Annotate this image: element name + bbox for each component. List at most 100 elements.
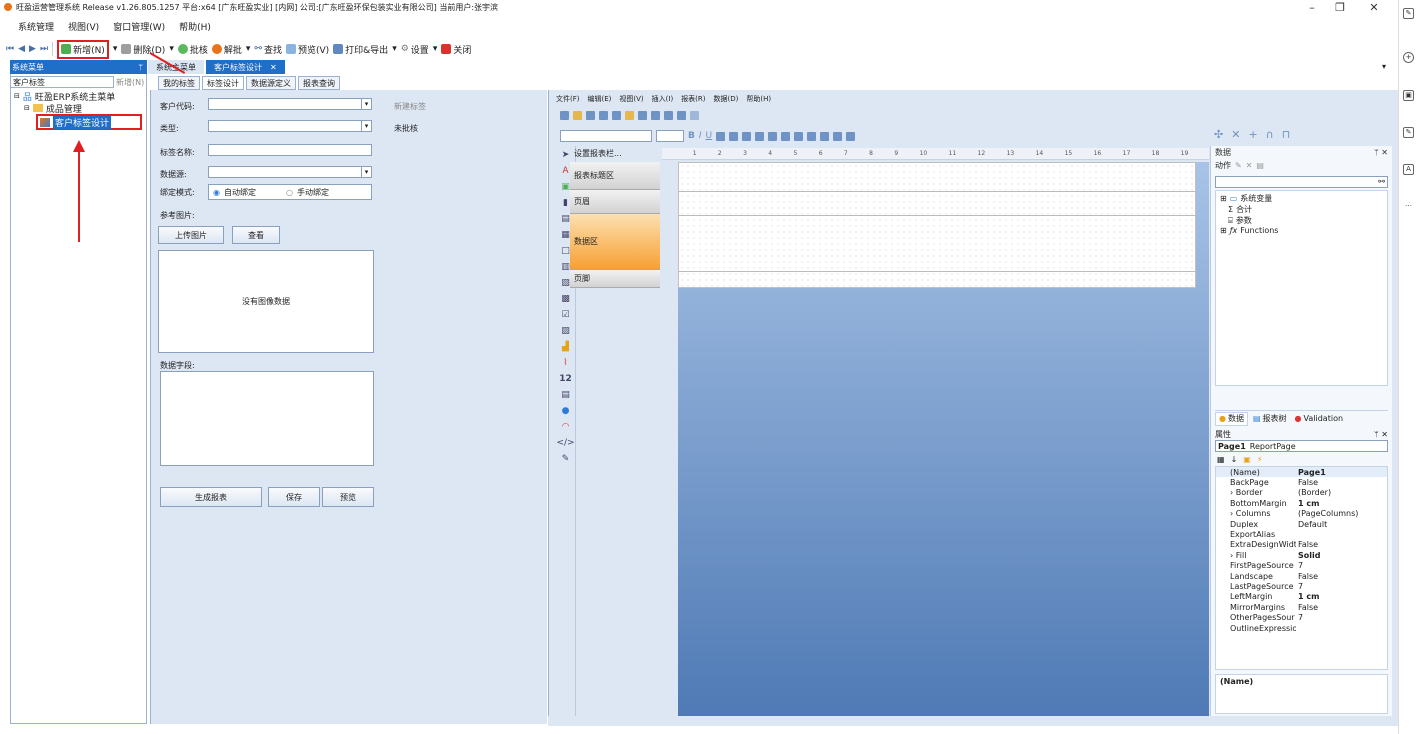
tree-item-params[interactable]: ⌸ 参数 bbox=[1220, 215, 1383, 226]
property-row[interactable]: BackPage False bbox=[1216, 477, 1387, 487]
delete-dropdown-icon[interactable]: ▾ bbox=[169, 44, 174, 54]
tree-leaf-customer-tag[interactable]: 客户标签设计 bbox=[36, 114, 142, 130]
pointer-icon[interactable]: ➤ bbox=[562, 150, 570, 160]
property-value[interactable]: False bbox=[1296, 572, 1387, 581]
close-window-icon[interactable]: ✕ bbox=[1362, 1, 1386, 14]
type-select[interactable]: ▾ bbox=[208, 120, 372, 132]
menu-help[interactable]: 帮助(H) bbox=[179, 20, 211, 33]
property-row[interactable]: › Fill Solid bbox=[1216, 550, 1387, 560]
collapse-icon[interactable]: ⊟ bbox=[14, 92, 20, 100]
property-row[interactable]: › Columns (PageColumns) bbox=[1216, 509, 1387, 519]
align-right-icon[interactable] bbox=[742, 131, 752, 141]
map-object-icon[interactable]: ● bbox=[562, 406, 570, 416]
menu-window[interactable]: 窗口管理(W) bbox=[113, 20, 165, 33]
screenshot-icon[interactable]: ▣ bbox=[1403, 90, 1414, 101]
designer-menu-edit[interactable]: 编辑(E) bbox=[588, 94, 612, 104]
paste-icon[interactable] bbox=[625, 110, 634, 120]
print-dropdown-icon[interactable]: ▾ bbox=[392, 44, 397, 54]
pin-icon[interactable]: ᛘ bbox=[138, 63, 143, 72]
property-row[interactable]: LastPageSource 7 bbox=[1216, 581, 1387, 591]
expand-icon[interactable]: ⊞ bbox=[1220, 226, 1227, 235]
property-row[interactable]: OutlineExpressio bbox=[1216, 623, 1387, 633]
report-page[interactable] bbox=[678, 162, 1196, 288]
property-value[interactable]: 7 bbox=[1296, 561, 1387, 570]
property-row[interactable]: BottomMargin 1 cm bbox=[1216, 498, 1387, 508]
band-page-footer[interactable]: 页脚 bbox=[570, 270, 660, 288]
first-record-icon[interactable]: ⏮ bbox=[6, 44, 14, 54]
settings-button[interactable]: ⚙ 设置 bbox=[401, 43, 429, 56]
property-row[interactable]: OtherPagesSour 7 bbox=[1216, 612, 1387, 622]
auto-bind-label[interactable]: 自动绑定 bbox=[224, 187, 256, 198]
designer-menu-help[interactable]: 帮助(H) bbox=[746, 94, 771, 104]
tab-validation[interactable]: ● Validation bbox=[1292, 412, 1347, 426]
property-row[interactable]: ExtraDesignWidt False bbox=[1216, 540, 1387, 550]
collapse-icon[interactable]: ⊟ bbox=[24, 104, 30, 112]
property-row[interactable]: Duplex Default bbox=[1216, 519, 1387, 529]
tree-item-functions[interactable]: ⊞ ƒx Functions bbox=[1220, 226, 1383, 235]
pin-close-icon[interactable]: ᛘ ✕ bbox=[1374, 148, 1388, 157]
open-folder-icon[interactable] bbox=[573, 110, 582, 120]
close-button[interactable]: 关闭 bbox=[441, 43, 471, 56]
unapprove-button[interactable]: 解批 bbox=[211, 43, 242, 56]
chevron-down-icon[interactable]: ▾ bbox=[361, 167, 371, 177]
tab-report-tree[interactable]: ▤ 报表树 bbox=[1250, 412, 1290, 426]
menu-system[interactable]: 系统管理 bbox=[18, 20, 54, 33]
redo-icon[interactable] bbox=[677, 110, 686, 120]
preview-button[interactable]: 预览 bbox=[322, 487, 374, 507]
richtext-icon[interactable]: ▩ bbox=[561, 294, 570, 304]
align-left-icon[interactable] bbox=[716, 131, 726, 141]
property-row[interactable]: › Border (Border) bbox=[1216, 488, 1387, 498]
property-row[interactable]: LeftMargin 1 cm bbox=[1216, 592, 1387, 602]
properties-icon[interactable]: ▣ bbox=[1243, 455, 1251, 464]
subreport-icon[interactable]: ▦ bbox=[561, 230, 570, 240]
matrix-icon[interactable]: ▧ bbox=[561, 278, 570, 288]
approve-button[interactable]: 批核 bbox=[177, 43, 208, 56]
chevron-down-icon[interactable]: ▾ bbox=[361, 121, 371, 131]
delete-button[interactable]: 删除(D) bbox=[121, 43, 165, 56]
property-value[interactable]: 7 bbox=[1296, 613, 1387, 622]
property-value[interactable]: False bbox=[1296, 478, 1387, 487]
tabs-overflow-icon[interactable]: ▾ bbox=[1382, 62, 1386, 71]
tab-customer-tag-design[interactable]: 客户标签设计 ✕ bbox=[206, 60, 285, 74]
property-value[interactable]: 1 cm bbox=[1296, 499, 1387, 508]
text-object-icon[interactable]: A bbox=[562, 166, 568, 176]
add-dropdown-icon[interactable]: ▾ bbox=[113, 44, 118, 54]
property-row[interactable]: FirstPageSource 7 bbox=[1216, 561, 1387, 571]
save-button[interactable]: 保存 bbox=[268, 487, 320, 507]
nav-new-button[interactable]: 新增(N) bbox=[116, 77, 144, 88]
magnet-icon[interactable]: ∩ bbox=[1266, 128, 1274, 141]
align-center-icon[interactable] bbox=[729, 131, 739, 141]
property-value[interactable]: (Border) bbox=[1296, 488, 1387, 497]
tag-name-input[interactable] bbox=[208, 144, 372, 156]
undo-icon[interactable] bbox=[664, 110, 673, 120]
tab-data[interactable]: ● 数据 bbox=[1215, 411, 1248, 426]
close-tab-icon[interactable]: ✕ bbox=[270, 63, 277, 72]
property-value[interactable]: 1 cm bbox=[1296, 592, 1387, 601]
nav-search-input[interactable]: 客户标签 bbox=[10, 76, 114, 88]
tab-report-query[interactable]: 报表查询 bbox=[298, 76, 340, 90]
customer-code-select[interactable]: ▾ bbox=[208, 98, 372, 110]
grid-icon[interactable] bbox=[690, 110, 699, 120]
band-object-icon[interactable]: ▤ bbox=[561, 214, 570, 224]
fields-textarea[interactable] bbox=[160, 371, 374, 466]
justify-icon[interactable] bbox=[755, 131, 765, 141]
edit-icon[interactable]: ✎ bbox=[1235, 161, 1242, 170]
designer-menu-report[interactable]: 报表(R) bbox=[681, 94, 705, 104]
band-data[interactable]: 数据区 bbox=[570, 214, 660, 270]
property-row[interactable]: MirrorMargins False bbox=[1216, 602, 1387, 612]
copilot-icon[interactable]: ✎ bbox=[1403, 8, 1414, 19]
object-selector[interactable]: Page1 ReportPage bbox=[1215, 440, 1388, 452]
datasource-select[interactable]: ▾ bbox=[208, 166, 372, 178]
property-row[interactable]: ExportAlias bbox=[1216, 529, 1387, 539]
font-name-select[interactable] bbox=[560, 130, 652, 142]
barcode-icon[interactable]: ▮ bbox=[563, 198, 568, 208]
list-icon[interactable]: ▤ bbox=[1256, 161, 1264, 170]
add-button[interactable]: 新增(N) bbox=[57, 39, 109, 59]
save-icon[interactable] bbox=[586, 110, 595, 120]
radio-manual-icon[interactable]: ○ bbox=[286, 188, 293, 197]
underline-icon[interactable]: U bbox=[706, 131, 713, 141]
minimize-icon[interactable]: – bbox=[1300, 1, 1324, 14]
property-row[interactable]: (Name) Page1 bbox=[1216, 467, 1387, 478]
checkbox-object-icon[interactable]: ☑ bbox=[561, 310, 569, 320]
delete-page-icon[interactable] bbox=[651, 110, 660, 120]
